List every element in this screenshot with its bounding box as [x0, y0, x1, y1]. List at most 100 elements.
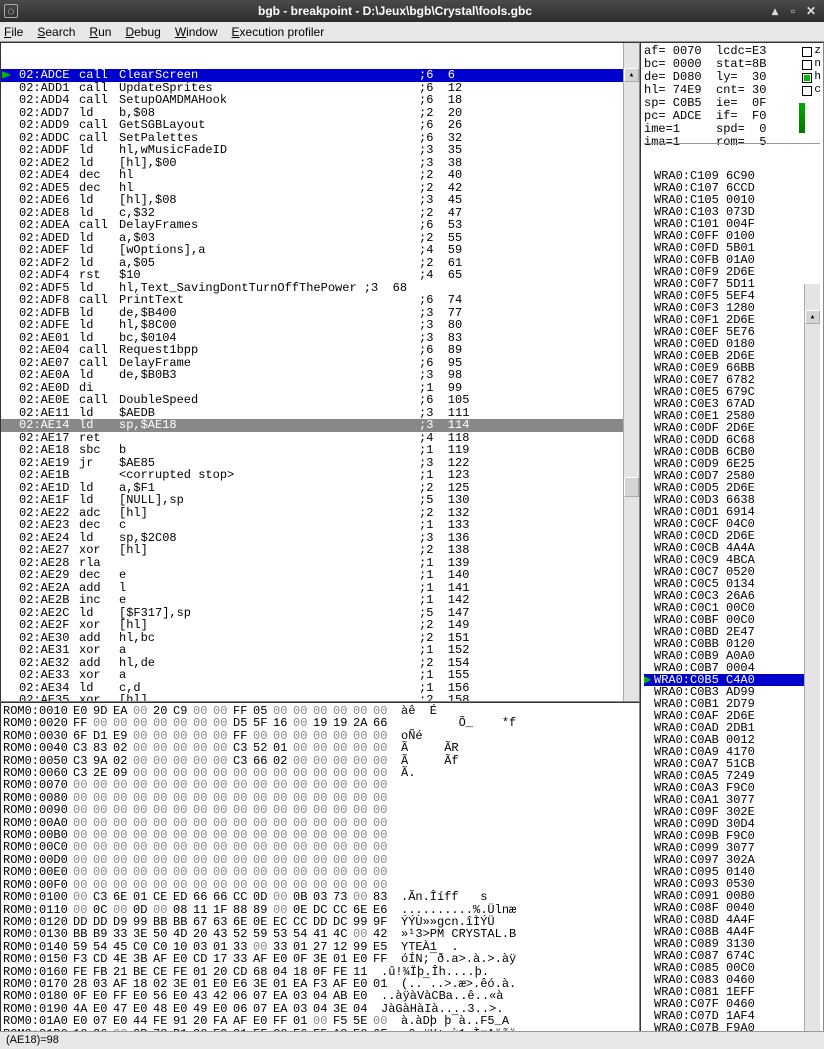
hex-byte[interactable]: 00	[353, 866, 373, 878]
hex-byte[interactable]: 00	[313, 804, 333, 816]
maximize-button[interactable]: ▫	[786, 4, 800, 18]
hex-byte[interactable]: 00	[173, 779, 193, 791]
hex-byte[interactable]: 00	[333, 866, 353, 878]
hex-byte[interactable]: 00	[213, 866, 233, 878]
hex-byte[interactable]: 01	[133, 891, 153, 903]
hex-byte[interactable]: 00	[353, 779, 373, 791]
flag-c[interactable]: c	[802, 84, 821, 97]
hex-byte[interactable]: 02	[113, 742, 133, 754]
hex-byte[interactable]: 00	[373, 841, 393, 853]
hex-byte[interactable]: 2A	[353, 717, 373, 729]
hex-byte[interactable]: 0F	[293, 953, 313, 965]
hex-byte[interactable]: 52	[233, 928, 253, 940]
hex-byte[interactable]: 00	[213, 841, 233, 853]
hex-byte[interactable]: B1	[173, 1028, 193, 1031]
scroll-thumb[interactable]	[624, 477, 639, 497]
hex-byte[interactable]: 00	[193, 717, 213, 729]
hex-byte[interactable]: 00	[113, 779, 133, 791]
hex-byte[interactable]: E0	[253, 1015, 273, 1027]
disasm-row[interactable]: 02:ADF4rst$10;4 65	[1, 269, 639, 282]
hex-byte[interactable]: 00	[193, 866, 213, 878]
hex-byte[interactable]: 0D	[253, 891, 273, 903]
hex-byte[interactable]: 41	[313, 928, 333, 940]
hex-byte[interactable]: FF	[373, 953, 393, 965]
flag-n[interactable]: n	[802, 58, 821, 71]
hex-byte[interactable]: 00	[93, 804, 113, 816]
hex-byte[interactable]: 01	[273, 742, 293, 754]
hex-byte[interactable]: 00	[113, 866, 133, 878]
hex-byte[interactable]: 00	[153, 841, 173, 853]
hex-byte[interactable]: C3	[93, 891, 113, 903]
hex-byte[interactable]: 4C	[333, 928, 353, 940]
hex-byte[interactable]: 42	[213, 990, 233, 1002]
disasm-row[interactable]: 02:AE18sbcb;1 119	[1, 444, 639, 457]
hex-byte[interactable]: 00	[133, 841, 153, 853]
hex-byte[interactable]: 19	[333, 717, 353, 729]
disasm-row[interactable]: 02:AE27xor[hl];2 138	[1, 544, 639, 557]
hex-byte[interactable]: CD	[93, 953, 113, 965]
scroll-up-icon[interactable]: ▴	[805, 310, 820, 324]
hex-byte[interactable]: 00	[233, 841, 253, 853]
hex-byte[interactable]: 36	[93, 1028, 113, 1031]
checkbox-icon[interactable]	[802, 86, 812, 96]
stack-scrollbar[interactable]: ▴	[804, 284, 820, 1031]
menu-search[interactable]: Search	[37, 25, 75, 39]
hex-byte[interactable]: 16	[273, 717, 293, 729]
hex-byte[interactable]: 00	[273, 891, 293, 903]
hex-byte[interactable]: 00	[73, 804, 93, 816]
hex-byte[interactable]: D5	[233, 717, 253, 729]
hex-row[interactable]: ROM0:00C00000000000000000000000000000000…	[3, 841, 637, 853]
hex-byte[interactable]: 00	[353, 742, 373, 754]
hex-byte[interactable]: 3E	[313, 953, 333, 965]
hex-byte[interactable]: AF	[153, 953, 173, 965]
hex-byte[interactable]: FA	[213, 1015, 233, 1027]
hex-row[interactable]: ROM0:00700000000000000000000000000000000…	[3, 779, 637, 791]
hex-byte[interactable]: E0	[173, 953, 193, 965]
hex-row[interactable]: ROM0:0130BBB9333E504D204352595354414C004…	[3, 928, 637, 940]
disasm-row[interactable]: 02:AE07callDelayFrame;6 95	[1, 357, 639, 370]
disasm-row[interactable]: 02:AE0EcallDoubleSpeed;6 105	[1, 394, 639, 407]
hex-byte[interactable]: 00	[353, 928, 373, 940]
hex-byte[interactable]: 33	[233, 953, 253, 965]
hex-byte[interactable]: 00	[113, 841, 133, 853]
hex-byte[interactable]: 5F	[253, 717, 273, 729]
hex-byte[interactable]: 00	[133, 866, 153, 878]
hex-byte[interactable]: 33	[113, 928, 133, 940]
flag-h[interactable]: h	[802, 71, 821, 84]
disasm-row[interactable]: 02:ADEDlda,$03;2 55	[1, 232, 639, 245]
hex-row[interactable]: ROM0:0040C383020000000000C35201000000000…	[3, 742, 637, 754]
disasm-row[interactable]: 02:AE11ld$AEDB;3 111	[1, 407, 639, 420]
hex-byte[interactable]: 00	[173, 742, 193, 754]
hex-row[interactable]: ROM0:0020FF00000000000000D55F160019192A6…	[3, 717, 637, 729]
checkbox-icon[interactable]	[802, 47, 812, 57]
disasm-row[interactable]: 02:ADE5dechl;2 42	[1, 182, 639, 195]
disasm-row[interactable]: 02:ADFBldde,$B400;3 77	[1, 307, 639, 320]
hex-byte[interactable]: E0	[353, 953, 373, 965]
hex-byte[interactable]: 00	[253, 779, 273, 791]
hex-byte[interactable]: 5E	[353, 1015, 373, 1027]
hex-byte[interactable]: 00	[313, 841, 333, 853]
hex-byte[interactable]: 52	[253, 742, 273, 754]
hex-byte[interactable]: 00	[193, 841, 213, 853]
scroll-up-icon[interactable]: ▴	[624, 68, 639, 82]
hex-byte[interactable]: C3	[73, 742, 93, 754]
disasm-row[interactable]: 02:AE23decc;1 133	[1, 519, 639, 532]
hex-byte[interactable]: EA	[273, 990, 293, 1002]
hex-byte[interactable]: 00	[233, 866, 253, 878]
disasm-row[interactable]: 02:AE33xora;1 155	[1, 669, 639, 682]
checkbox-icon[interactable]	[802, 60, 812, 70]
hex-byte[interactable]: 0F	[73, 990, 93, 1002]
hex-byte[interactable]: AF	[253, 953, 273, 965]
hex-byte[interactable]: 83	[93, 742, 113, 754]
disasm-row[interactable]: 02:ADD4callSetupOAMDMAHook;6 18	[1, 94, 639, 107]
hex-byte[interactable]: 0B	[293, 891, 313, 903]
hex-byte[interactable]: E0	[133, 990, 153, 1002]
hex-byte[interactable]: F5	[313, 1028, 333, 1031]
hex-byte[interactable]: 66	[373, 717, 393, 729]
hex-byte[interactable]: E0	[93, 990, 113, 1002]
hex-byte[interactable]: 4D	[173, 928, 193, 940]
hex-byte[interactable]: 00	[73, 891, 93, 903]
hex-byte[interactable]: 00	[293, 866, 313, 878]
hex-byte[interactable]: 20	[193, 1015, 213, 1027]
hex-byte[interactable]: CC	[233, 891, 253, 903]
